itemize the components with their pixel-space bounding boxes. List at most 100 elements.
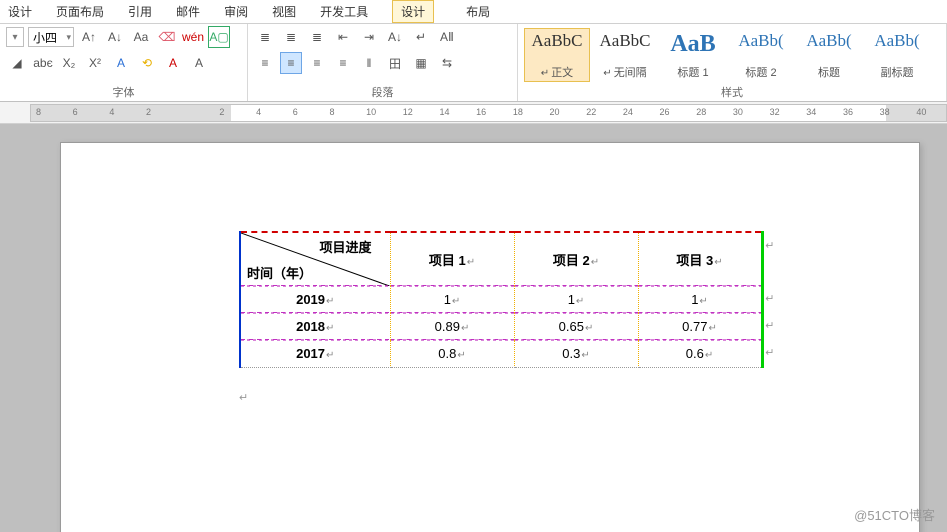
table-cell[interactable]: 0.6↵↵ [638,340,762,367]
align-left-button[interactable]: ≡ [254,52,276,74]
context-tab-design[interactable]: 设计 [392,0,434,23]
ruler-tick: 34 [806,107,816,117]
ruler-tick: 12 [403,107,413,117]
ruler-tick: 18 [513,107,523,117]
row-label[interactable]: 2018↵ [240,313,390,340]
char-shading-button[interactable]: A [188,52,210,74]
ruler-tick: 32 [770,107,780,117]
ruler-tick: 8 [36,107,41,117]
ruler-tick: 24 [623,107,633,117]
menu-devtools[interactable]: 开发工具 [320,3,368,20]
table-cell[interactable]: 0.65↵ [514,313,638,340]
show-marks-button[interactable]: ↵ [410,26,432,48]
menu-review[interactable]: 审阅 [224,3,248,20]
col-header-2[interactable]: 项目 2↵ [514,232,638,286]
ribbon-group-paragraph: ≣ ≣ ≣ ⇤ ⇥ A↓ ↵ AⅡ ≡ ≡ ≡ ≡ ‖ 田 ▦ ⇆ 段落 [248,24,518,101]
ruler-tick: 26 [660,107,670,117]
ruler-tick: 38 [880,107,890,117]
watermark-text: @51CTO博客 [854,505,935,524]
char-border-button[interactable]: A▢ [208,26,230,48]
ruler-tick: 6 [293,107,298,117]
col-header-3[interactable]: 项目 3↵↵ [638,232,762,286]
ribbon-group-font: ▾ 小四▾ A↑ A↓ Aa ⌫ wén A▢ ◢ abє X₂ X² A ⟲ … [0,24,248,101]
highlight-button[interactable]: ⟲ [136,52,158,74]
phonetic-guide-button[interactable]: wén [182,26,204,48]
menu-pagelayout[interactable]: 页面布局 [56,3,104,20]
paragraph-mark-icon: ↵ [239,391,248,404]
table-cell[interactable]: 1↵ [514,286,638,313]
table-cell[interactable]: 0.77↵↵ [638,313,762,340]
group-label-styles: 样式 [518,84,946,100]
style-heading1[interactable]: AaB 标题 1 [660,28,726,82]
menu-design[interactable]: 设计 [8,3,32,20]
col-header-1[interactable]: 项目 1↵ [390,232,514,286]
italic-button[interactable]: ◢ [6,52,28,74]
decrease-indent-button[interactable]: ⇤ [332,26,354,48]
document-area: 项目进度 时间（年） 项目 1↵ 项目 2↵ 项目 3↵↵ 2019↵ 1↵ 1… [0,124,947,532]
align-center-button[interactable]: ≡ [280,52,302,74]
ruler-tick: 10 [366,107,376,117]
row-label[interactable]: 2017↵ [240,340,390,367]
ruler-tick: 2 [146,107,151,117]
font-color-button[interactable]: A [162,52,184,74]
ruler-tick: 22 [586,107,596,117]
row-label[interactable]: 2019↵ [240,286,390,313]
ribbon-group-styles: AaBbC ↵正文 AaBbC ↵无间隔 AaB 标题 1 AaBb( 标题 2… [518,24,947,101]
clear-format-button[interactable]: ⌫ [156,26,178,48]
style-nospacing[interactable]: AaBbC ↵无间隔 [592,28,658,82]
ruler-tick: 4 [256,107,261,117]
align-right-button[interactable]: ≡ [306,52,328,74]
ruler-tick: 8 [329,107,334,117]
ruler-tick: 20 [550,107,560,117]
group-label-font: 字体 [0,84,247,100]
page[interactable]: 项目进度 时间（年） 项目 1↵ 项目 2↵ 项目 3↵↵ 2019↵ 1↵ 1… [60,142,920,532]
text-effects-button[interactable]: A [110,52,132,74]
style-subtitle[interactable]: AaBb( 副标题 [864,28,930,82]
header-diagonal-cell[interactable]: 项目进度 时间（年） [240,232,390,286]
asian-layout-button[interactable]: AⅡ [436,26,458,48]
change-case-button[interactable]: Aa [130,26,152,48]
ruler-tick: 16 [476,107,486,117]
shading-button[interactable]: 田 [384,52,406,74]
font-size-combo[interactable]: 小四▾ [28,27,74,47]
numbering-button[interactable]: ≣ [280,26,302,48]
text-direction-button[interactable]: ⇆ [436,52,458,74]
table-cell[interactable]: 1↵↵ [638,286,762,313]
line-spacing-button[interactable]: ‖ [358,52,380,74]
strikethrough-button[interactable]: abє [32,52,54,74]
menu-bar: 设计 页面布局 引用 邮件 审阅 视图 开发工具 设计 布局 [0,0,947,24]
sort-button[interactable]: A↓ [384,26,406,48]
ruler-tick: 6 [73,107,78,117]
grow-font-button[interactable]: A↑ [78,26,100,48]
subscript-button[interactable]: X₂ [58,52,80,74]
shrink-font-button[interactable]: A↓ [104,26,126,48]
horizontal-ruler[interactable]: 8642246810121416182022242628303234363840 [0,102,947,124]
table-cell[interactable]: 1↵ [390,286,514,313]
style-normal[interactable]: AaBbC ↵正文 [524,28,590,82]
superscript-button[interactable]: X² [84,52,106,74]
context-tab-layout[interactable]: 布局 [458,1,498,22]
borders-button[interactable]: ▦ [410,52,432,74]
ruler-tick: 28 [696,107,706,117]
group-label-paragraph: 段落 [248,84,517,100]
align-justify-button[interactable]: ≡ [332,52,354,74]
multilevel-button[interactable]: ≣ [306,26,328,48]
table-cell[interactable]: 0.8↵ [390,340,514,367]
table-cell[interactable]: 0.89↵ [390,313,514,340]
ruler-tick: 14 [439,107,449,117]
menu-references[interactable]: 引用 [128,3,152,20]
ribbon: ▾ 小四▾ A↑ A↓ Aa ⌫ wén A▢ ◢ abє X₂ X² A ⟲ … [0,24,947,102]
ruler-tick: 2 [219,107,224,117]
menu-view[interactable]: 视图 [272,3,296,20]
table-cell[interactable]: 0.3↵ [514,340,638,367]
bullets-button[interactable]: ≣ [254,26,276,48]
style-heading2[interactable]: AaBb( 标题 2 [728,28,794,82]
styles-gallery[interactable]: AaBbC ↵正文 AaBbC ↵无间隔 AaB 标题 1 AaBb( 标题 2… [524,26,940,82]
data-table[interactable]: 项目进度 时间（年） 项目 1↵ 项目 2↵ 项目 3↵↵ 2019↵ 1↵ 1… [239,231,764,368]
increase-indent-button[interactable]: ⇥ [358,26,380,48]
ruler-tick: 36 [843,107,853,117]
ruler-tick: 4 [109,107,114,117]
style-title[interactable]: AaBb( 标题 [796,28,862,82]
menu-mail[interactable]: 邮件 [176,3,200,20]
ruler-tick: 30 [733,107,743,117]
